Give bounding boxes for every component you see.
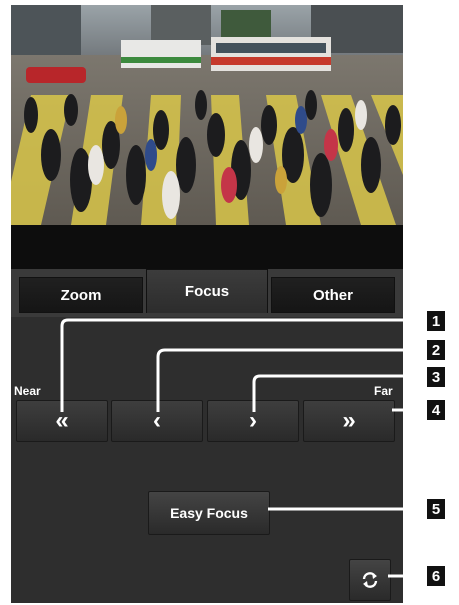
app-screen: Zoom Focus Other Near Far « ‹ › » Easy F…: [11, 5, 403, 603]
camera-scene: [11, 5, 403, 225]
callout-badge-6: 6: [427, 566, 445, 586]
tab-zoom[interactable]: Zoom: [19, 277, 143, 313]
far-label: Far: [374, 384, 393, 398]
chevron-left-icon: ‹: [153, 407, 161, 434]
callout-badge-2: 2: [427, 340, 445, 360]
camera-live-image[interactable]: [11, 5, 403, 225]
near-label: Near: [14, 384, 41, 398]
near-fast-button[interactable]: «: [16, 400, 108, 442]
tab-other[interactable]: Other: [271, 277, 395, 313]
refresh-button[interactable]: [349, 559, 391, 601]
callout-badge-5: 5: [427, 499, 445, 519]
image-bottom-band: [11, 225, 403, 269]
callout-badge-4: 4: [427, 400, 445, 420]
focus-control-panel: Near Far « ‹ › » Easy Focus: [11, 317, 403, 603]
control-tabs: Zoom Focus Other: [11, 269, 403, 317]
callout-badge-3: 3: [427, 367, 445, 387]
far-fast-button[interactable]: »: [303, 400, 395, 442]
callout-badge-1: 1: [427, 311, 445, 331]
far-step-button[interactable]: ›: [207, 400, 299, 442]
double-chevron-left-icon: «: [55, 407, 69, 434]
easy-focus-button[interactable]: Easy Focus: [148, 491, 270, 535]
near-step-button[interactable]: ‹: [111, 400, 203, 442]
chevron-right-icon: ›: [249, 407, 257, 434]
tab-focus[interactable]: Focus: [146, 269, 268, 313]
double-chevron-right-icon: »: [342, 407, 356, 434]
refresh-icon: [362, 572, 378, 588]
page: Zoom Focus Other Near Far « ‹ › » Easy F…: [0, 0, 459, 605]
